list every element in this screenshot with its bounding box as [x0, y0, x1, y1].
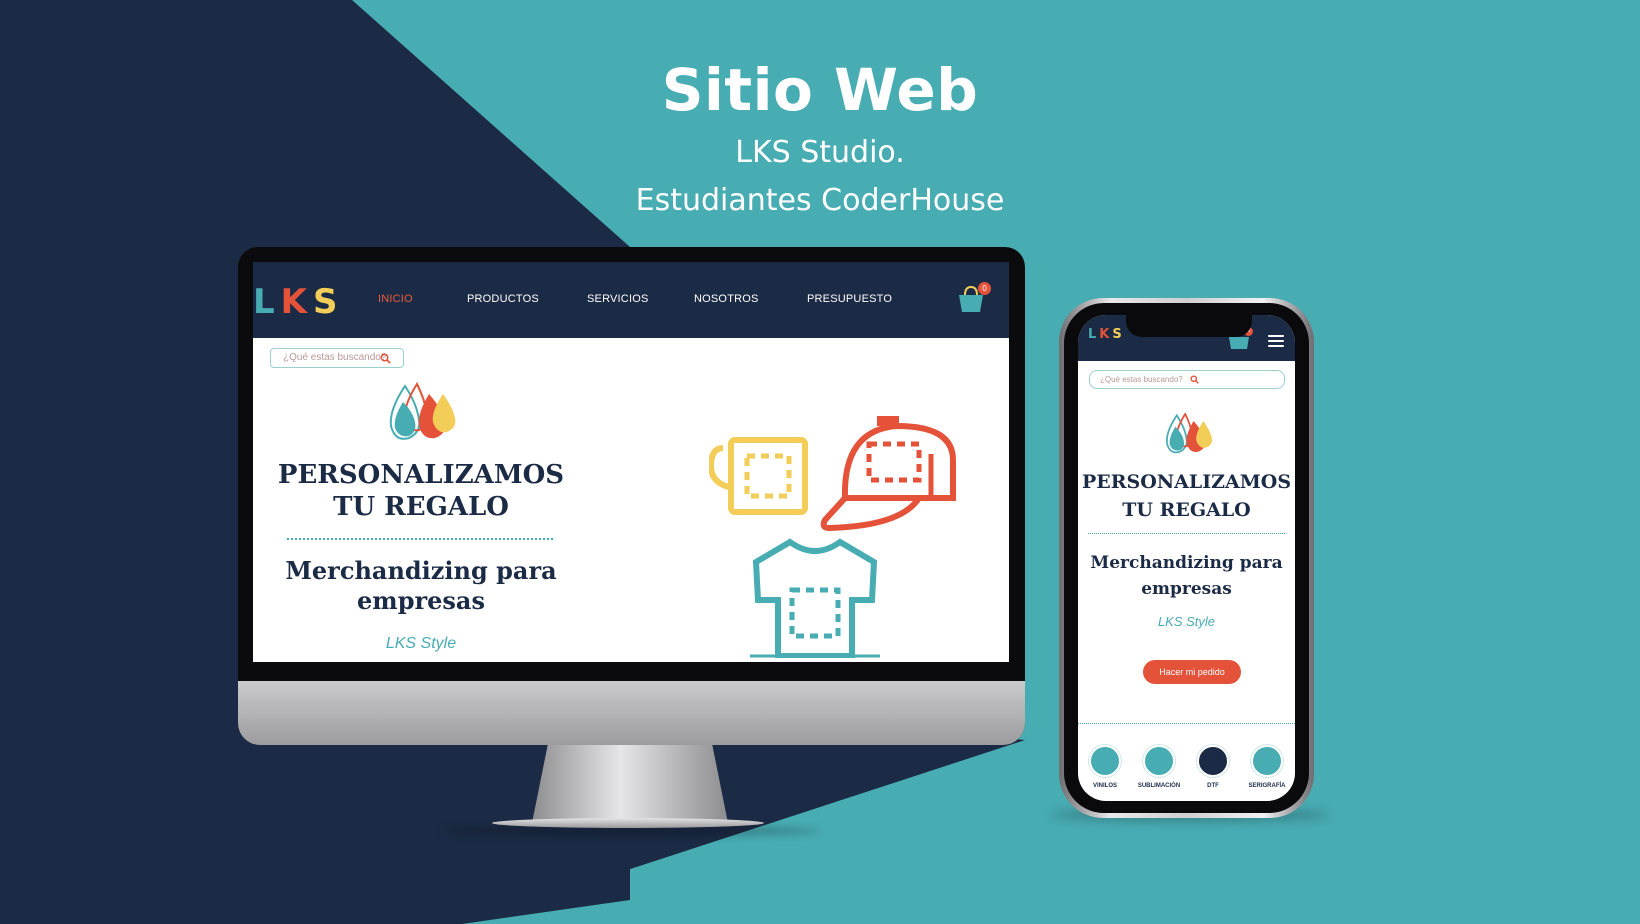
- nav-servicios[interactable]: SERVICIOS: [587, 293, 649, 305]
- logo-letter-l: L: [1088, 327, 1100, 342]
- cart-badge: 0: [978, 282, 991, 295]
- logo-letter-s: S: [313, 282, 344, 322]
- category-label: VINILOS: [1092, 783, 1117, 789]
- search-placeholder: ¿Qué estas buscando?: [283, 352, 387, 363]
- phone-bezel: LKS 0 ¿Qué estas buscando? PERSONALIZAMO…: [1064, 303, 1309, 813]
- logo-letter-k: K: [1099, 327, 1113, 342]
- logo-letter-s: S: [1112, 327, 1125, 342]
- mobile-hero-style: LKS Style: [1157, 614, 1216, 629]
- page-title: Sitio Web: [661, 56, 979, 124]
- category-serigrafia[interactable]: SERIGRAFÍA: [1240, 745, 1294, 789]
- search-icon: [1190, 375, 1199, 384]
- monitor-chin: [238, 681, 1025, 745]
- mobile-hero-subtitle: Merchandizing para empresas: [1090, 553, 1283, 599]
- mobile-phone: LKS 0 ¿Qué estas buscando? PERSONALIZAMO…: [1059, 298, 1314, 818]
- desktop-monitor: LKS INICIO PRODUCTOS SERVICIOS NOSOTROS …: [238, 247, 1025, 745]
- search-icon: [380, 353, 391, 364]
- tshirt-icon: [750, 538, 880, 658]
- desktop-navbar: LKS INICIO PRODUCTOS SERVICIOS NOSOTROS …: [253, 262, 1009, 338]
- nav-inicio[interactable]: INICIO: [378, 293, 413, 305]
- logo-letter-l: L: [253, 282, 281, 322]
- desktop-logo[interactable]: LKS: [253, 282, 344, 322]
- drops-logo-icon: [389, 381, 456, 440]
- desktop-hero-style: LKS Style: [385, 635, 457, 652]
- page-subtitle: LKS Studio.: [735, 135, 905, 170]
- screenprint-icon: [1251, 745, 1283, 777]
- page-tagline: Estudiantes CoderHouse: [635, 183, 1005, 218]
- monitor-stand-base: [492, 818, 764, 828]
- cap-icon: [820, 416, 956, 532]
- mobile-search-input[interactable]: ¿Qué estas buscando?: [1089, 370, 1285, 389]
- cart-button[interactable]: 0: [956, 282, 991, 319]
- nav-productos[interactable]: PRODUCTOS: [467, 293, 539, 305]
- logo-letter-k: K: [280, 282, 314, 322]
- desktop-hero-title: PERSONALIZAMOS TU REGALO: [277, 460, 565, 522]
- vinyl-icon: [1089, 745, 1121, 777]
- nav-presupuesto[interactable]: PRESUPUESTO: [807, 293, 892, 305]
- mobile-hero-title: PERSONALIZAMOS TU REGALO: [1081, 471, 1292, 521]
- category-vinilos[interactable]: VINILOS: [1078, 745, 1132, 789]
- order-button[interactable]: Hacer mi pedido: [1143, 660, 1241, 684]
- menu-icon[interactable]: [1268, 335, 1284, 350]
- nav-nosotros[interactable]: NOSOTROS: [694, 293, 759, 305]
- category-sublimacion[interactable]: SUBLIMACIÓN: [1132, 745, 1186, 789]
- mobile-navbar: LKS 0: [1078, 315, 1295, 361]
- search-placeholder: ¿Qué estas buscando?: [1100, 375, 1183, 384]
- desktop-hero-subtitle: Merchandizing para empresas: [285, 556, 557, 615]
- category-label: SUBLIMACIÓN: [1137, 783, 1181, 789]
- mobile-logo[interactable]: LKS: [1088, 327, 1125, 342]
- desktop-divider: [287, 538, 553, 540]
- phone-notch: [1126, 315, 1252, 337]
- mobile-screen: LKS 0 ¿Qué estas buscando? PERSONALIZAMO…: [1078, 315, 1295, 801]
- category-dtf[interactable]: DTF: [1186, 745, 1240, 789]
- category-label: SERIGRAFÍA: [1248, 783, 1286, 789]
- mobile-divider: [1088, 533, 1285, 534]
- mug-icon: [709, 437, 808, 515]
- category-label: DTF: [1207, 783, 1219, 789]
- monitor-stand: [532, 745, 728, 823]
- drops-logo-icon: [1165, 412, 1213, 454]
- sublimation-icon: [1143, 745, 1175, 777]
- desktop-search-input[interactable]: ¿Qué estas buscando?: [270, 348, 404, 368]
- desktop-screen: LKS INICIO PRODUCTOS SERVICIOS NOSOTROS …: [253, 262, 1009, 662]
- dtf-icon: [1197, 745, 1229, 777]
- mobile-categories-divider: [1078, 723, 1295, 724]
